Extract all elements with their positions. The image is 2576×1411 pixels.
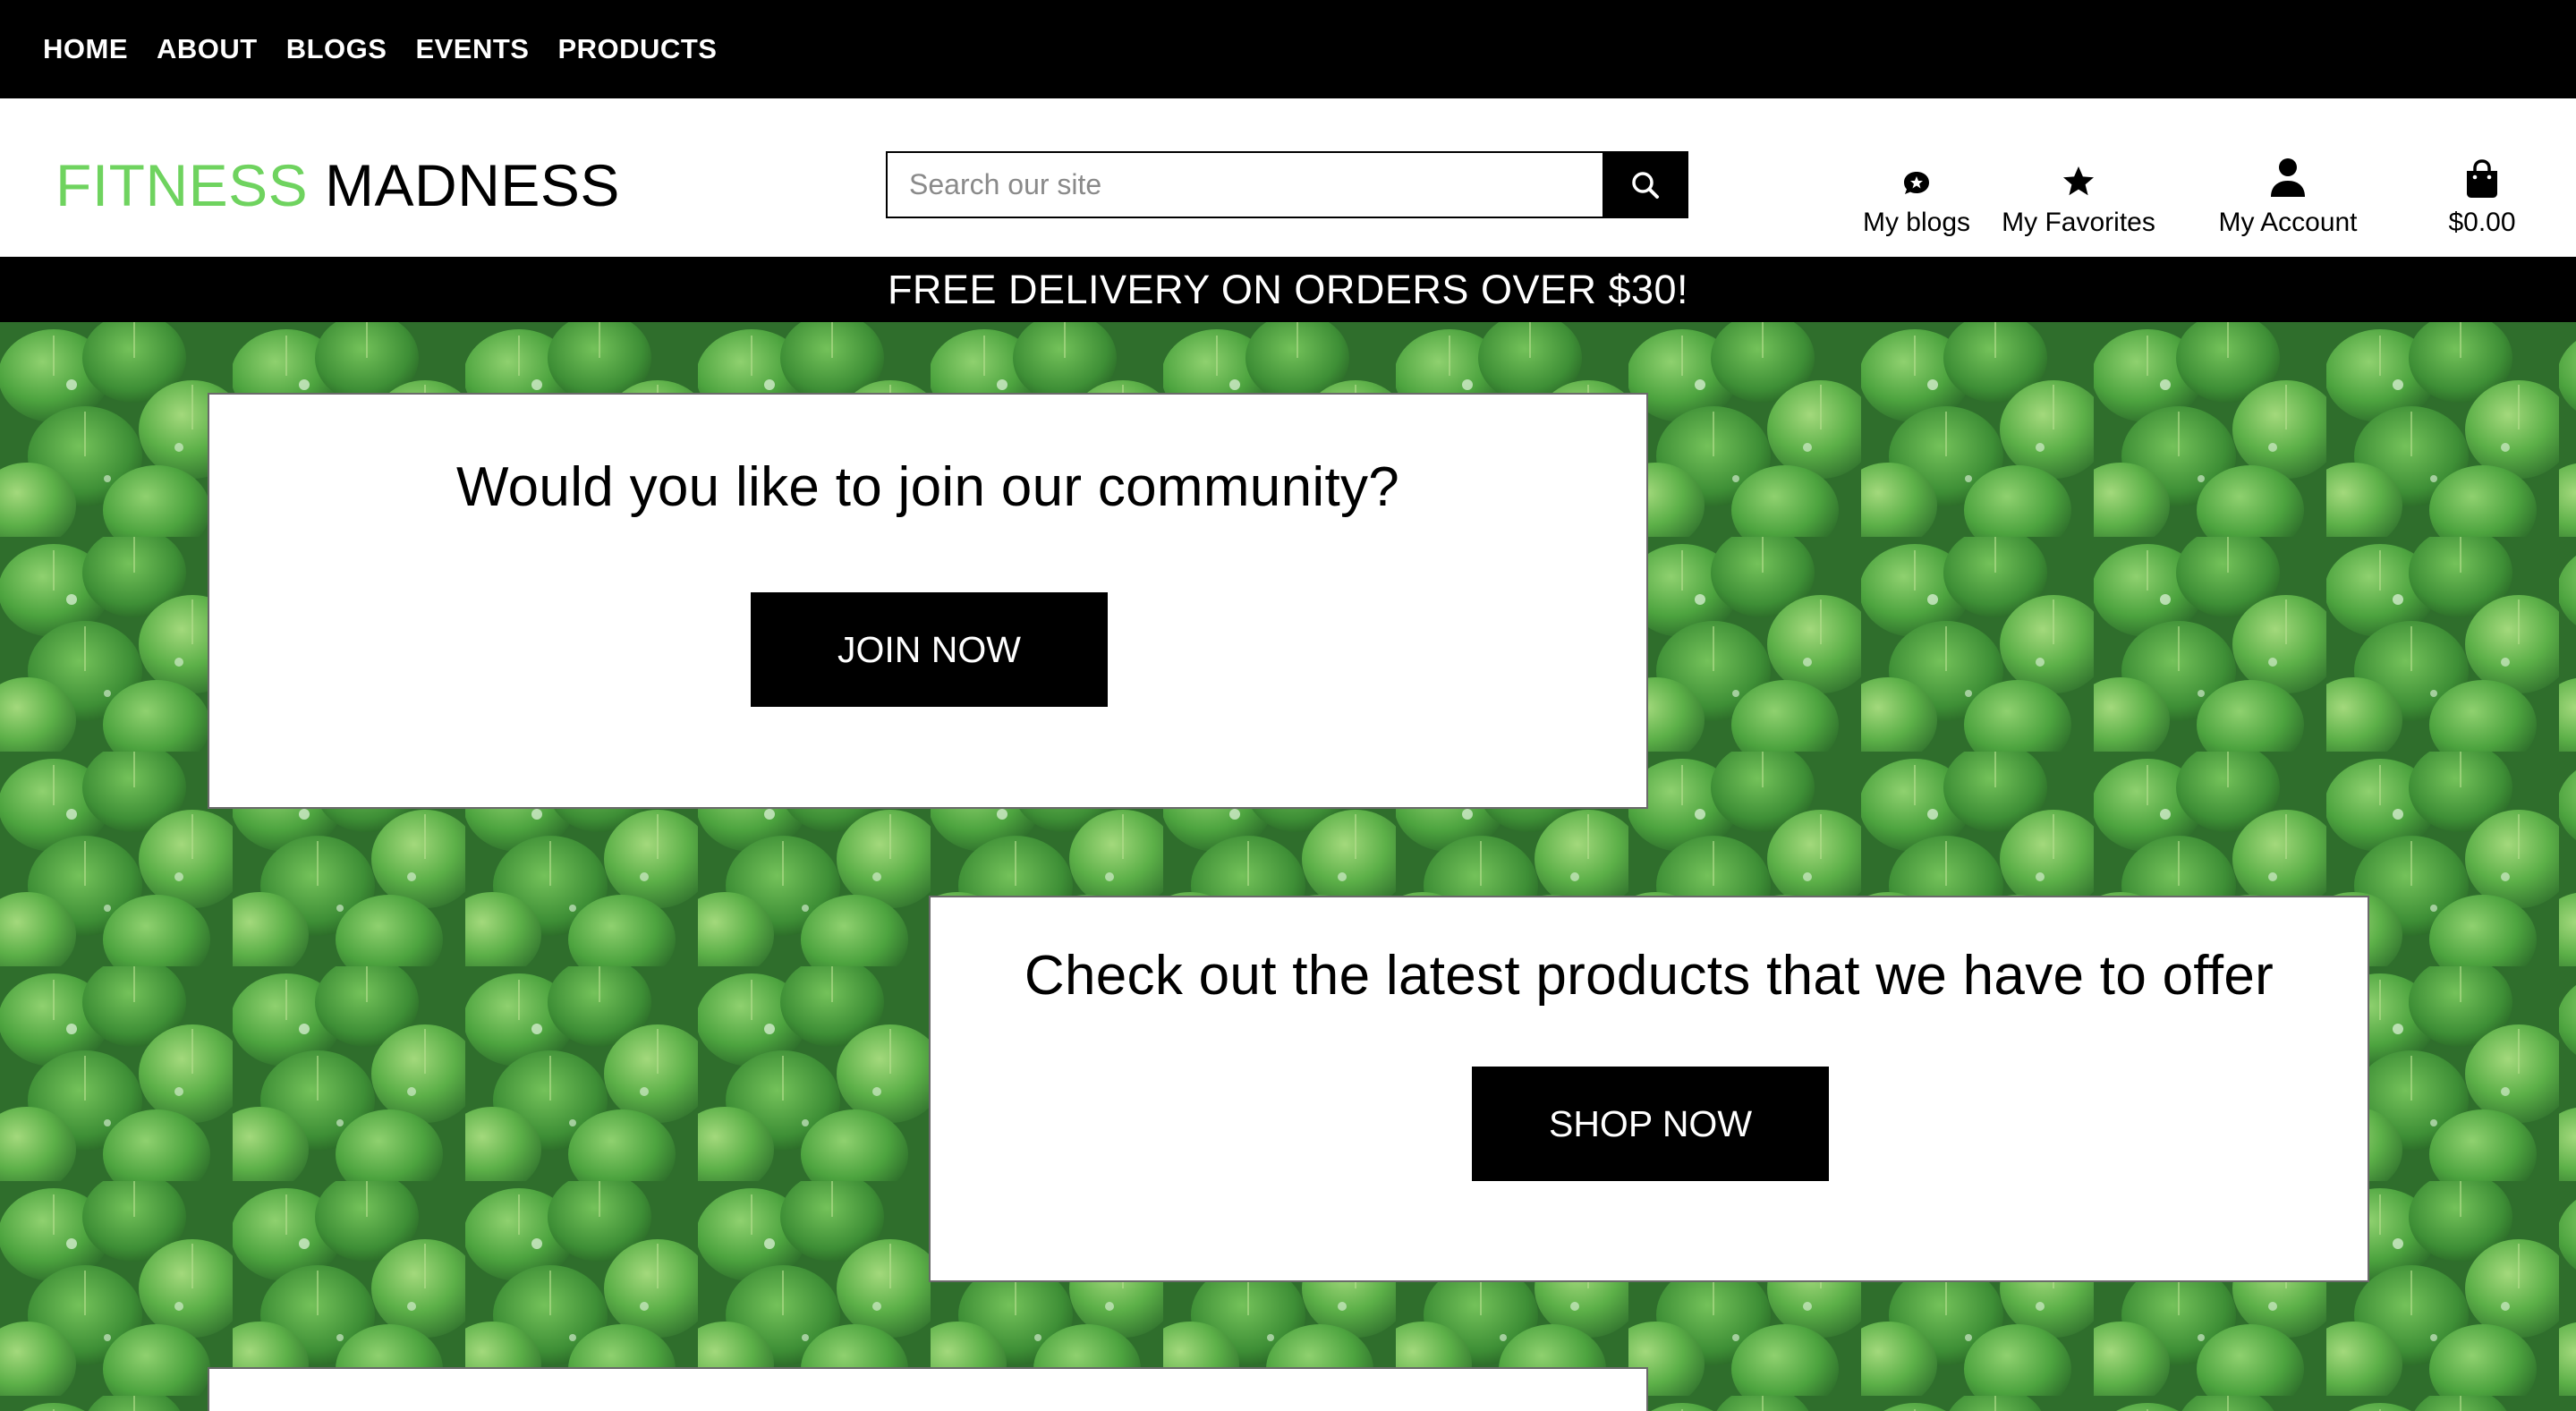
shop-now-button[interactable]: SHOP NOW (1472, 1067, 1829, 1181)
site-logo[interactable]: FITNESS MADNESS (55, 156, 620, 215)
chat-bubble-icon (1904, 172, 1929, 194)
my-blogs-link[interactable]: My blogs (1854, 156, 1979, 238)
my-blogs-label: My blogs (1862, 208, 1971, 237)
my-account-label: My Account (2218, 208, 2358, 237)
nav-home[interactable]: HOME (43, 33, 128, 65)
my-favorites-label: My Favorites (2002, 208, 2155, 237)
search-bar (886, 151, 1688, 218)
cart-total: $0.00 (2448, 208, 2516, 237)
search-input[interactable] (886, 151, 1603, 218)
search-button[interactable] (1603, 151, 1688, 218)
nav-products[interactable]: PRODUCTS (557, 33, 717, 65)
community-heading: Would you like to join our community? (455, 456, 1400, 518)
cart-link[interactable]: $0.00 (2436, 156, 2529, 238)
products-card: Check out the latest products that we ha… (929, 896, 2369, 1282)
products-heading: Check out the latest products that we ha… (1024, 945, 2274, 1007)
logo-text-madness: MADNESS (325, 152, 620, 218)
star-icon (2063, 166, 2094, 196)
user-icon (2271, 158, 2305, 197)
shopping-bag-icon (2467, 159, 2497, 198)
my-favorites-link[interactable]: My Favorites (1994, 156, 2164, 238)
nav-blogs[interactable]: BLOGS (286, 33, 387, 65)
nav-events[interactable]: EVENTS (415, 33, 529, 65)
top-nav: HOME ABOUT BLOGS EVENTS PRODUCTS (0, 0, 2576, 98)
partial-card (208, 1367, 1648, 1411)
my-account-link[interactable]: My Account (2203, 156, 2373, 238)
search-icon (1632, 171, 1659, 199)
logo-text-fitness: FITNESS (55, 152, 309, 218)
nav-about[interactable]: ABOUT (157, 33, 258, 65)
hero-section: Would you like to join our community? JO… (0, 322, 2576, 1411)
community-card: Would you like to join our community? JO… (208, 393, 1648, 809)
site-header: FITNESS MADNESS My blogs My Favorites My… (0, 98, 2576, 257)
join-now-button[interactable]: JOIN NOW (751, 592, 1108, 707)
free-delivery-banner: FREE DELIVERY ON ORDERS OVER $30! (0, 257, 2576, 322)
